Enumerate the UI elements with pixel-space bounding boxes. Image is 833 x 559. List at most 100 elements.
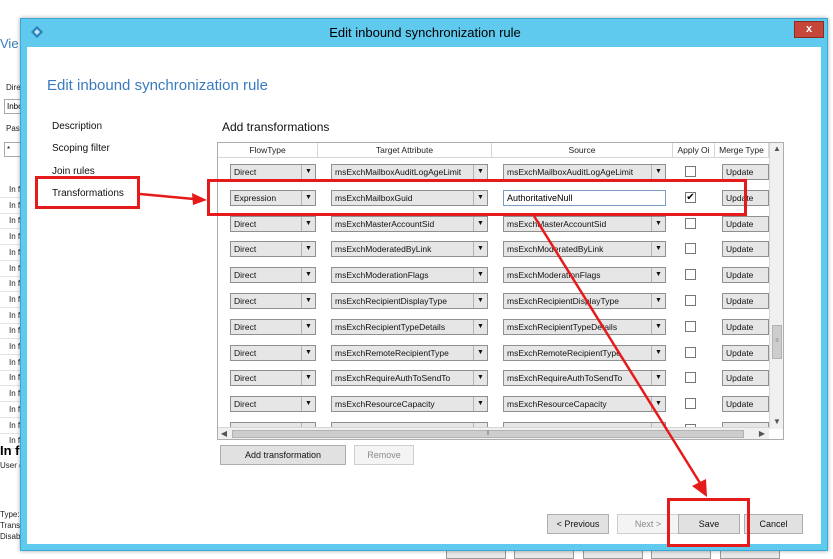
target-attribute-dropdown[interactable]: msExchModerationFlags ▼ bbox=[331, 267, 488, 284]
target-attribute-dropdown[interactable]: msExchRequireAuthToSendTo ▼ bbox=[331, 370, 488, 387]
background-list-row[interactable]: In f bbox=[0, 324, 22, 340]
source-dropdown[interactable]: msExchModeratedByLink ▼ bbox=[503, 241, 666, 258]
dropdown-arrow-icon[interactable]: ▼ bbox=[301, 165, 315, 179]
flowtype-dropdown[interactable]: Direct ▼ bbox=[230, 370, 316, 387]
merge-type-dropdown[interactable]: Update bbox=[722, 396, 769, 413]
background-list-row[interactable]: In f bbox=[0, 387, 22, 403]
background-list-row[interactable]: In f bbox=[0, 403, 22, 418]
nav-scoping-filter[interactable]: Scoping filter bbox=[52, 143, 110, 154]
target-attribute-dropdown[interactable]: msExchRecipientTypeDetails ▼ bbox=[331, 318, 488, 335]
source-dropdown[interactable]: msExchModerationFlags ▼ bbox=[503, 267, 666, 284]
background-list-row[interactable]: In f bbox=[0, 419, 22, 434]
background-list-row[interactable]: In f bbox=[0, 309, 22, 324]
source-dropdown[interactable]: msExchMailboxAuditLogAgeLimit ▼ bbox=[503, 164, 666, 180]
dropdown-arrow-icon[interactable]: ▼ bbox=[473, 371, 487, 386]
flowtype-dropdown[interactable]: Direct ▼ bbox=[230, 396, 316, 413]
target-attribute-dropdown[interactable]: msExchRemoteRecipientType ▼ bbox=[331, 344, 488, 361]
table-row[interactable]: Direct ▼ msExchRemoteRecipientType ▼ msExchR… bbox=[218, 340, 769, 366]
nav-description[interactable]: Description bbox=[52, 121, 102, 132]
source-dropdown[interactable]: msExchResourceCapacity ▼ bbox=[503, 396, 666, 413]
apply-once-checkbox[interactable] bbox=[685, 217, 696, 229]
scroll-up-arrow-icon[interactable]: ▲ bbox=[770, 143, 783, 155]
dropdown-arrow-icon[interactable]: ▼ bbox=[651, 268, 665, 283]
dropdown-arrow-icon[interactable]: ▼ bbox=[301, 216, 315, 231]
table-row[interactable]: Direct ▼ msExchModerationFlags ▼ msExchModer… bbox=[218, 262, 769, 288]
merge-type-dropdown[interactable]: Update bbox=[722, 267, 769, 284]
column-header-apply-once[interactable]: Apply Oi bbox=[673, 143, 715, 158]
dropdown-arrow-icon[interactable]: ▼ bbox=[473, 397, 487, 412]
flowtype-dropdown[interactable]: Direct ▼ bbox=[230, 318, 316, 335]
apply-once-checkbox[interactable] bbox=[685, 269, 696, 281]
apply-once-checkbox[interactable] bbox=[685, 346, 696, 358]
dropdown-arrow-icon[interactable]: ▼ bbox=[651, 345, 665, 360]
background-list-row[interactable]: In f bbox=[0, 230, 22, 246]
scroll-down-arrow-icon[interactable]: ▼ bbox=[770, 416, 783, 428]
merge-type-dropdown[interactable]: Update bbox=[722, 293, 769, 309]
dropdown-arrow-icon[interactable]: ▼ bbox=[651, 165, 665, 179]
flowtype-dropdown[interactable]: Direct ▼ bbox=[230, 293, 316, 309]
dropdown-arrow-icon[interactable]: ▼ bbox=[301, 397, 315, 412]
column-header-flowtype[interactable]: FlowType bbox=[218, 143, 318, 158]
dropdown-arrow-icon[interactable]: ▼ bbox=[301, 268, 315, 283]
apply-once-checkbox[interactable] bbox=[685, 243, 696, 255]
dropdown-arrow-icon[interactable]: ▼ bbox=[651, 319, 665, 334]
table-row[interactable]: Direct ▼ msExchRecipientTypeDetails ▼ msExch… bbox=[218, 314, 769, 340]
dropdown-arrow-icon[interactable]: ▼ bbox=[651, 242, 665, 257]
dialog-titlebar[interactable]: Edit inbound synchronization rule x bbox=[21, 19, 829, 47]
apply-once-checkbox[interactable] bbox=[685, 166, 696, 177]
dropdown-arrow-icon[interactable]: ▼ bbox=[473, 319, 487, 334]
source-dropdown[interactable]: msExchMasterAccountSid ▼ bbox=[503, 215, 666, 232]
background-list-row[interactable]: In f bbox=[0, 293, 22, 308]
dropdown-arrow-icon[interactable]: ▼ bbox=[651, 294, 665, 308]
table-row[interactable]: Direct ▼ msExchModeratedByLink ▼ msExchModer… bbox=[218, 236, 769, 262]
dropdown-arrow-icon[interactable]: ▼ bbox=[301, 345, 315, 360]
source-dropdown[interactable]: msExchRecipientDisplayType ▼ bbox=[503, 293, 666, 309]
source-dropdown[interactable]: msExchRecipientTypeDetails ▼ bbox=[503, 318, 666, 335]
dropdown-arrow-icon[interactable]: ▼ bbox=[301, 242, 315, 257]
column-header-target-attribute[interactable]: Target Attribute bbox=[318, 143, 492, 158]
dropdown-arrow-icon[interactable]: ▼ bbox=[651, 397, 665, 412]
target-attribute-dropdown[interactable]: msExchMasterAccountSid ▼ bbox=[331, 215, 488, 232]
cancel-button[interactable]: Cancel bbox=[744, 514, 803, 534]
vertical-scrollbar[interactable]: ▲ ≡ ▼ bbox=[769, 143, 783, 429]
target-attribute-dropdown[interactable]: msExchMailboxAuditLogAgeLimit ▼ bbox=[331, 164, 488, 180]
merge-type-dropdown[interactable]: Update bbox=[722, 215, 769, 232]
flowtype-dropdown[interactable]: Direct ▼ bbox=[230, 241, 316, 258]
column-header-merge-type[interactable]: Merge Type bbox=[715, 143, 769, 158]
background-list-row[interactable]: In f bbox=[0, 277, 22, 293]
merge-type-dropdown[interactable]: Update bbox=[722, 241, 769, 258]
dropdown-arrow-icon[interactable]: ▼ bbox=[651, 371, 665, 386]
dropdown-arrow-icon[interactable]: ▼ bbox=[473, 345, 487, 360]
flowtype-dropdown[interactable]: Direct ▼ bbox=[230, 267, 316, 284]
target-attribute-dropdown[interactable]: msExchModeratedByLink ▼ bbox=[331, 241, 488, 258]
merge-type-dropdown[interactable]: Update bbox=[722, 344, 769, 361]
horizontal-scrollbar[interactable]: ◀ ‖ ▶ bbox=[218, 427, 769, 439]
merge-type-dropdown[interactable]: Update bbox=[722, 164, 769, 180]
horizontal-scroll-thumb[interactable]: ‖ bbox=[232, 430, 744, 438]
dropdown-arrow-icon[interactable]: ▼ bbox=[301, 294, 315, 308]
background-button[interactable] bbox=[514, 550, 574, 559]
flowtype-dropdown[interactable]: Direct ▼ bbox=[230, 344, 316, 361]
background-button[interactable] bbox=[720, 550, 780, 559]
background-button[interactable] bbox=[583, 550, 643, 559]
previous-button[interactable]: < Previous bbox=[547, 514, 609, 534]
background-list-row[interactable]: In f bbox=[0, 199, 22, 214]
target-attribute-dropdown[interactable]: msExchRecipientDisplayType ▼ bbox=[331, 293, 488, 309]
close-button[interactable]: x bbox=[794, 21, 824, 38]
table-row[interactable]: Direct ▼ msExchResourceCapacity ▼ msExchReso… bbox=[218, 391, 769, 417]
background-button[interactable] bbox=[651, 550, 711, 559]
background-list-row[interactable]: In f bbox=[0, 183, 22, 198]
table-row[interactable]: Direct ▼ msExchRequireAuthToSendTo ▼ msExchR… bbox=[218, 365, 769, 391]
dropdown-arrow-icon[interactable]: ▼ bbox=[651, 216, 665, 231]
background-list-row[interactable]: In f bbox=[0, 214, 22, 230]
add-transformation-button[interactable]: Add transformation bbox=[220, 445, 346, 465]
apply-once-checkbox[interactable] bbox=[685, 295, 696, 306]
background-list-row[interactable]: In f bbox=[0, 371, 22, 387]
scroll-right-arrow-icon[interactable]: ▶ bbox=[756, 428, 768, 439]
dropdown-arrow-icon[interactable]: ▼ bbox=[473, 165, 487, 179]
dropdown-arrow-icon[interactable]: ▼ bbox=[301, 371, 315, 386]
merge-type-dropdown[interactable]: Update bbox=[722, 370, 769, 387]
background-list-row[interactable]: In f bbox=[0, 356, 22, 371]
background-list-row[interactable]: In f bbox=[0, 262, 22, 277]
source-dropdown[interactable]: msExchRemoteRecipientType ▼ bbox=[503, 344, 666, 361]
